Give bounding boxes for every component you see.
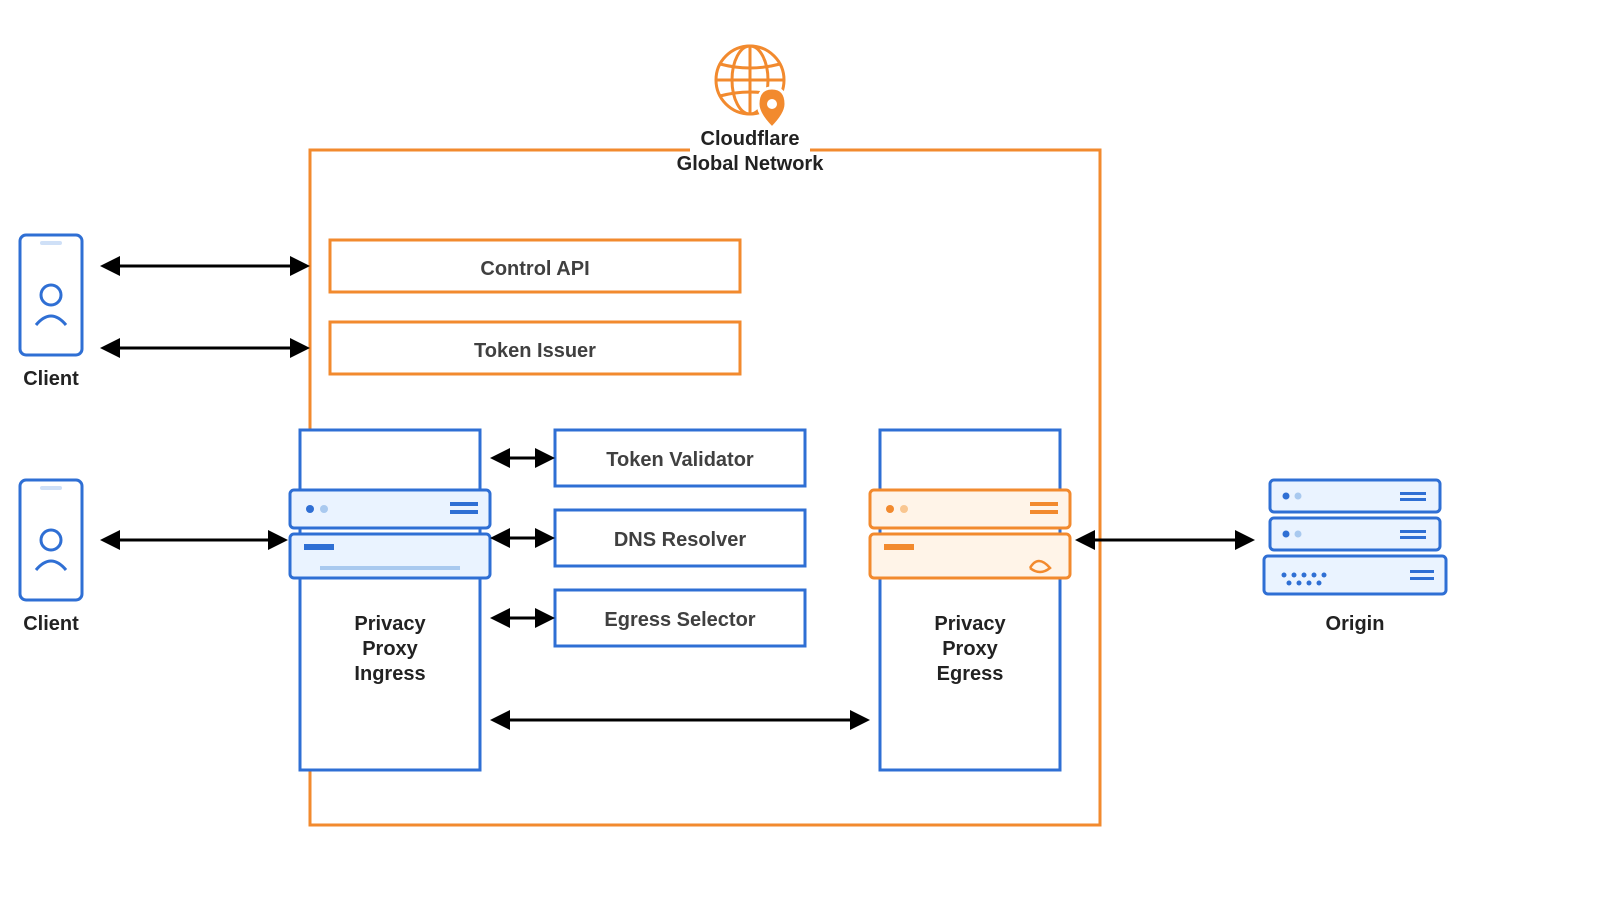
network-title-line2: Global Network — [677, 153, 825, 175]
egress-container — [880, 430, 1060, 770]
ingress-server-icon — [290, 490, 490, 578]
client-1-label: Client — [23, 368, 79, 390]
ingress-label-3: Ingress — [354, 663, 425, 685]
dns-resolver-label: DNS Resolver — [614, 529, 746, 551]
control-api-label: Control API — [480, 258, 589, 280]
egress-label-3: Egress — [937, 663, 1004, 685]
client-phone-icon-2 — [20, 480, 82, 600]
token-issuer-label: Token Issuer — [474, 340, 596, 362]
ingress-container — [300, 430, 480, 770]
egress-selector-label: Egress Selector — [604, 609, 755, 631]
ingress-label-2: Proxy — [362, 638, 418, 660]
globe-icon — [716, 46, 786, 128]
architecture-diagram: Cloudflare Global Network Control API To… — [0, 0, 1600, 897]
client-2-label: Client — [23, 613, 79, 635]
egress-label-1: Privacy — [934, 613, 1006, 635]
origin-server-icon — [1264, 480, 1446, 594]
egress-label-2: Proxy — [942, 638, 998, 660]
client-phone-icon-1 — [20, 235, 82, 355]
ingress-label-1: Privacy — [354, 613, 426, 635]
token-validator-label: Token Validator — [606, 449, 754, 471]
network-title-line1: Cloudflare — [701, 128, 800, 150]
egress-server-icon — [870, 490, 1070, 578]
origin-label: Origin — [1326, 613, 1385, 635]
